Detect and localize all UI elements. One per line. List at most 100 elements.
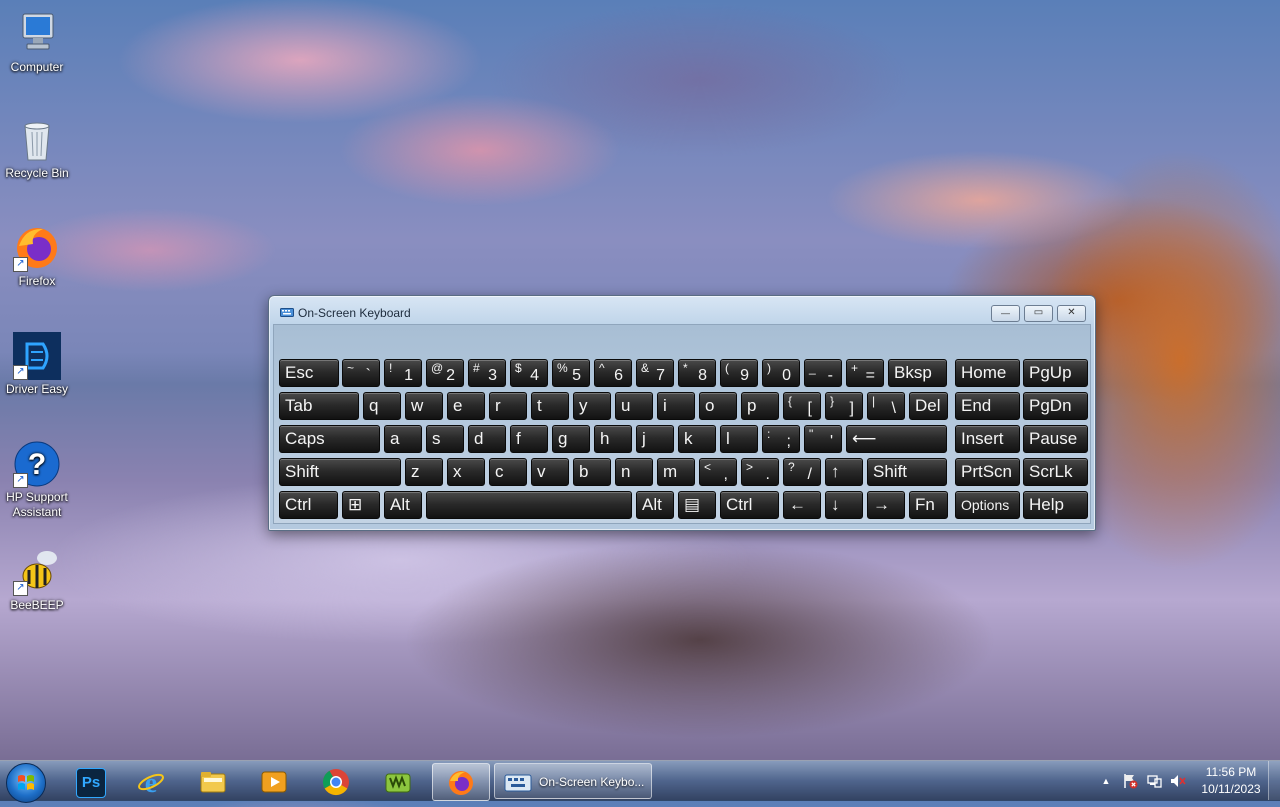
taskbar-internet-explorer[interactable]: e (123, 763, 179, 799)
key-symbol-symbol[interactable]: + = (846, 359, 884, 387)
key-z[interactable]: z (405, 458, 443, 486)
key-g[interactable]: g (552, 425, 590, 453)
key-k[interactable]: k (678, 425, 716, 453)
key-prtscn[interactable]: PrtScn (955, 458, 1020, 486)
desktop-icon-beebeep[interactable]: ↗ BeeBEEP (0, 548, 74, 613)
key-caps[interactable]: Caps (279, 425, 380, 453)
key-s[interactable]: s (426, 425, 464, 453)
on-screen-keyboard-window[interactable]: On-Screen Keyboard — ▭ ✕ Esc ~ `! 1 @2 #3 $4% 5… (268, 295, 1096, 531)
key-n[interactable]: n (615, 458, 653, 486)
key-f[interactable]: f (510, 425, 548, 453)
key-j[interactable]: j (636, 425, 674, 453)
key-x[interactable]: x (447, 458, 485, 486)
key-pgdn[interactable]: PgDn (1023, 392, 1088, 420)
key-alt[interactable]: Alt (636, 491, 674, 519)
key-symbol-symbol[interactable]: }] (825, 392, 863, 420)
key-t[interactable]: t (531, 392, 569, 420)
key-d[interactable]: d (468, 425, 506, 453)
key-symbol[interactable]: ⊞ (342, 491, 380, 519)
key-shift[interactable]: Shift (279, 458, 401, 486)
key-symbol[interactable]: → (867, 491, 905, 519)
key-space[interactable] (426, 491, 632, 519)
action-center-icon[interactable] (1122, 773, 1138, 789)
taskbar-file-explorer[interactable] (185, 763, 241, 799)
key-insert[interactable]: Insert (955, 425, 1020, 453)
key-symbol[interactable]: ↓ (825, 491, 863, 519)
key-r[interactable]: r (489, 392, 527, 420)
key-options[interactable]: Options (955, 491, 1020, 519)
volume-muted-icon[interactable] (1170, 773, 1186, 789)
key-6-symbol[interactable]: ^ 6 (594, 359, 632, 387)
key-ctrl[interactable]: Ctrl (279, 491, 338, 519)
key-8-symbol[interactable]: * 8 (678, 359, 716, 387)
taskbar-photoshop[interactable]: Ps (62, 763, 118, 799)
show-hidden-icons-button[interactable]: ▲ (1098, 773, 1114, 789)
key-esc[interactable]: Esc (279, 359, 339, 387)
key-pgup[interactable]: PgUp (1023, 359, 1088, 387)
key-symbol-symbol[interactable]: " ' (804, 425, 842, 453)
key-help[interactable]: Help (1023, 491, 1088, 519)
taskbar-firefox[interactable] (432, 763, 490, 801)
key-del[interactable]: Del (909, 392, 948, 420)
key-7-symbol[interactable]: & 7 (636, 359, 674, 387)
desktop-icon-firefox[interactable]: ↗ Firefox (0, 224, 74, 289)
key-symbol[interactable]: ← (783, 491, 821, 519)
key-1-symbol[interactable]: ! 1 (384, 359, 422, 387)
key-end[interactable]: End (955, 392, 1020, 420)
key-a[interactable]: a (384, 425, 422, 453)
clock-time[interactable]: 11:56 PM (1196, 765, 1266, 779)
key-w[interactable]: w (405, 392, 443, 420)
key-tab[interactable]: Tab (279, 392, 359, 420)
restore-button[interactable]: ▭ (1024, 305, 1053, 322)
key-3-symbol[interactable]: #3 (468, 359, 506, 387)
key-fn[interactable]: Fn (909, 491, 948, 519)
key-5-symbol[interactable]: % 5 (552, 359, 590, 387)
key-symbol-symbol[interactable]: ~ ` (342, 359, 380, 387)
taskbar-app[interactable] (370, 763, 426, 799)
key-9-symbol[interactable]: (9 (720, 359, 758, 387)
desktop-icon-recycle-bin[interactable]: Recycle Bin (0, 116, 74, 181)
key-e[interactable]: e (447, 392, 485, 420)
taskbar-media-player[interactable] (246, 763, 302, 799)
key-v[interactable]: v (531, 458, 569, 486)
key-o[interactable]: o (699, 392, 737, 420)
taskbar-on-screen-keyboard[interactable]: On-Screen Keybo... (494, 763, 652, 799)
desktop-icon-driver-easy[interactable]: ↗ Driver Easy (0, 332, 74, 397)
clock-date[interactable]: 10/11/2023 (1196, 782, 1266, 796)
key-symbol[interactable]: ⟵ (846, 425, 947, 453)
key-alt[interactable]: Alt (384, 491, 422, 519)
key-h[interactable]: h (594, 425, 632, 453)
desktop-icon-computer[interactable]: Computer (0, 10, 74, 75)
key-l[interactable]: l (720, 425, 758, 453)
key-i[interactable]: i (657, 392, 695, 420)
key-symbol-symbol[interactable]: >. (741, 458, 779, 486)
key-m[interactable]: m (657, 458, 695, 486)
network-icon[interactable] (1146, 773, 1162, 789)
key-scrlk[interactable]: ScrLk (1023, 458, 1088, 486)
key-symbol-symbol[interactable]: _ - (804, 359, 842, 387)
key-b[interactable]: b (573, 458, 611, 486)
key-shift[interactable]: Shift (867, 458, 947, 486)
key-symbol[interactable]: ↑ (825, 458, 863, 486)
taskbar-chrome[interactable] (308, 763, 364, 799)
key-ctrl[interactable]: Ctrl (720, 491, 779, 519)
key-symbol[interactable]: ▤ (678, 491, 716, 519)
key-bksp[interactable]: Bksp (888, 359, 947, 387)
show-desktop-button[interactable] (1268, 761, 1280, 800)
key-symbol-symbol[interactable]: :; (762, 425, 800, 453)
key-u[interactable]: u (615, 392, 653, 420)
key-symbol-symbol[interactable]: {[ (783, 392, 821, 420)
key-home[interactable]: Home (955, 359, 1020, 387)
key-y[interactable]: y (573, 392, 611, 420)
key-symbol-symbol[interactable]: ? / (783, 458, 821, 486)
start-button[interactable] (6, 763, 46, 803)
key-symbol-symbol[interactable]: <, (699, 458, 737, 486)
close-button[interactable]: ✕ (1057, 305, 1086, 322)
key-symbol-symbol[interactable]: | \ (867, 392, 905, 420)
desktop-icon-hp-support[interactable]: ? ↗ HP Support Assistant (0, 440, 74, 520)
key-c[interactable]: c (489, 458, 527, 486)
key-p[interactable]: p (741, 392, 779, 420)
key-pause[interactable]: Pause (1023, 425, 1088, 453)
key-4-symbol[interactable]: $4 (510, 359, 548, 387)
key-0-symbol[interactable]: ) 0 (762, 359, 800, 387)
